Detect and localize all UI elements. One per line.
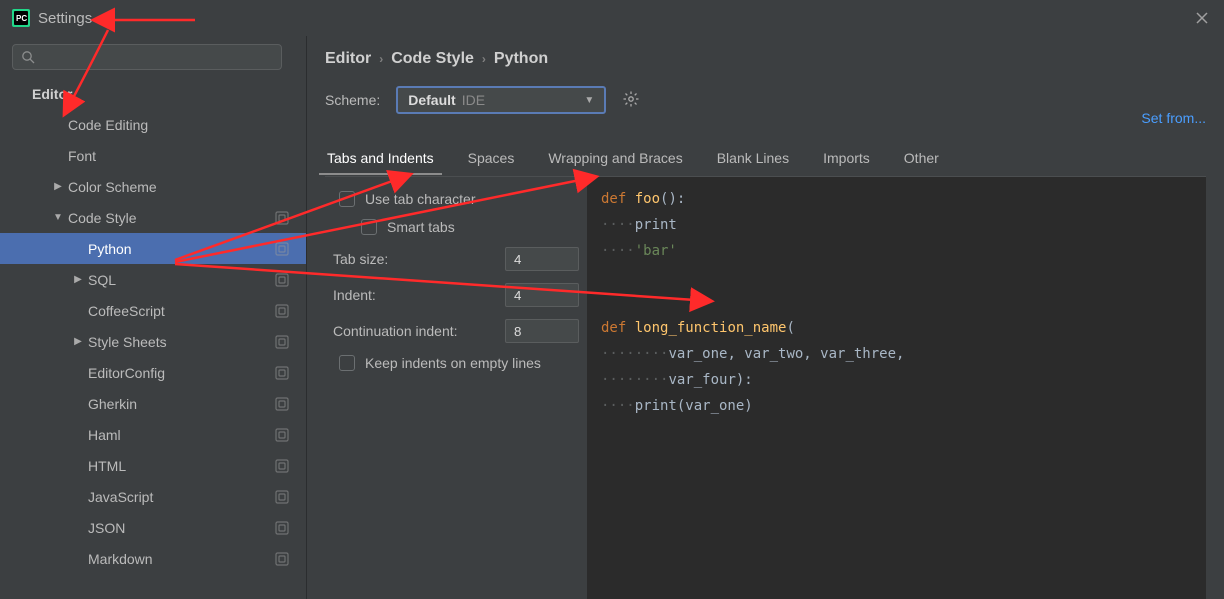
tree-item-font[interactable]: Font xyxy=(0,140,306,171)
chevron-right-icon: › xyxy=(482,52,486,66)
tree-item-style-sheets[interactable]: ▶ Style Sheets xyxy=(0,326,306,357)
tree-item-label: Color Scheme xyxy=(68,179,157,195)
search-input[interactable] xyxy=(12,44,282,70)
window-title: Settings xyxy=(38,10,92,27)
tab-size-label: Tab size: xyxy=(333,251,388,267)
checkbox-icon xyxy=(339,191,355,207)
close-button[interactable] xyxy=(1192,8,1212,28)
project-badge-icon xyxy=(274,241,290,257)
project-badge-icon xyxy=(274,334,290,350)
indent-input[interactable] xyxy=(505,283,579,307)
breadcrumb-item[interactable]: Code Style xyxy=(391,50,474,68)
tree-item-label: HTML xyxy=(88,458,126,474)
tree-item-code-style[interactable]: ▼ Code Style xyxy=(0,202,306,233)
breadcrumb-item[interactable]: Python xyxy=(494,50,548,68)
chevron-down-icon: ▼ xyxy=(52,212,64,223)
breadcrumb: Editor › Code Style › Python xyxy=(325,50,1206,68)
scheme-dropdown[interactable]: Default IDE ▼ xyxy=(396,86,606,114)
set-from-link[interactable]: Set from... xyxy=(1141,110,1206,126)
tree-item-sql[interactable]: ▶ SQL xyxy=(0,264,306,295)
tree-item-label: Markdown xyxy=(88,551,153,567)
project-badge-icon xyxy=(274,365,290,381)
tree-item-label: Haml xyxy=(88,427,121,443)
project-badge-icon xyxy=(274,551,290,567)
chevron-down-icon: ▼ xyxy=(584,95,594,106)
settings-sidebar: Editor Code Editing Font ▶ Color Scheme ▼ Cod… xyxy=(0,36,307,599)
project-badge-icon xyxy=(274,427,290,443)
svg-text:PC: PC xyxy=(16,14,27,23)
tree-item-label: EditorConfig xyxy=(88,365,165,381)
tab-other[interactable]: Other xyxy=(902,144,941,174)
tree-category-editor[interactable]: Editor xyxy=(0,78,306,109)
continuation-indent-input[interactable] xyxy=(505,319,579,343)
tab-size-input[interactable] xyxy=(505,247,579,271)
tree-item-html[interactable]: HTML xyxy=(0,450,306,481)
project-badge-icon xyxy=(274,396,290,412)
tab-wrapping-and-braces[interactable]: Wrapping and Braces xyxy=(546,144,684,174)
tree-item-javascript[interactable]: JavaScript xyxy=(0,481,306,512)
checkbox-icon xyxy=(339,355,355,371)
project-badge-icon xyxy=(274,489,290,505)
chevron-right-icon: ▶ xyxy=(72,274,84,285)
tree-item-python[interactable]: Python xyxy=(0,233,306,264)
tree-item-label: Gherkin xyxy=(88,396,137,412)
tab-blank-lines[interactable]: Blank Lines xyxy=(715,144,791,174)
tree-item-label: Code Editing xyxy=(68,117,148,133)
tree-item-color-scheme[interactable]: ▶ Color Scheme xyxy=(0,171,306,202)
settings-tree: Editor Code Editing Font ▶ Color Scheme ▼ Cod… xyxy=(0,78,306,599)
tab-imports[interactable]: Imports xyxy=(821,144,872,174)
code-style-tabs: Tabs and Indents Spaces Wrapping and Brace… xyxy=(325,144,1206,175)
breadcrumb-item[interactable]: Editor xyxy=(325,50,371,68)
smart-tabs-checkbox[interactable]: Smart tabs xyxy=(355,219,579,235)
code-preview: def foo(): ····print ····'bar' def long_… xyxy=(587,177,1206,599)
indent-settings-panel: Use tab character Smart tabs Tab size: I… xyxy=(325,177,587,599)
project-badge-icon xyxy=(274,272,290,288)
tree-item-markdown[interactable]: Markdown xyxy=(0,543,306,574)
keep-indents-checkbox[interactable]: Keep indents on empty lines xyxy=(333,355,579,371)
checkbox-icon xyxy=(361,219,377,235)
tree-item-label: CoffeeScript xyxy=(88,303,165,319)
tree-item-label: Code Style xyxy=(68,210,136,226)
search-icon xyxy=(21,50,35,64)
tree-item-coffeescript[interactable]: CoffeeScript xyxy=(0,295,306,326)
tree-item-gherkin[interactable]: Gherkin xyxy=(0,388,306,419)
app-icon: PC xyxy=(12,9,30,27)
settings-content: Editor › Code Style › Python Scheme: Def… xyxy=(307,36,1224,599)
tree-item-haml[interactable]: Haml xyxy=(0,419,306,450)
project-badge-icon xyxy=(274,210,290,226)
use-tab-character-checkbox[interactable]: Use tab character xyxy=(333,191,579,207)
project-badge-icon xyxy=(274,520,290,536)
tree-item-label: JavaScript xyxy=(88,489,153,505)
gear-icon[interactable] xyxy=(622,90,640,111)
indent-label: Indent: xyxy=(333,287,376,303)
tree-item-label: Font xyxy=(68,148,96,164)
tree-item-label: SQL xyxy=(88,272,116,288)
chevron-right-icon: › xyxy=(379,52,383,66)
project-badge-icon xyxy=(274,458,290,474)
tree-item-label: Style Sheets xyxy=(88,334,167,350)
tab-tabs-and-indents[interactable]: Tabs and Indents xyxy=(325,144,436,174)
chevron-right-icon: ▶ xyxy=(72,336,84,347)
project-badge-icon xyxy=(274,303,290,319)
scheme-label: Scheme: xyxy=(325,92,380,108)
tree-item-label: JSON xyxy=(88,520,125,536)
tree-item-json[interactable]: JSON xyxy=(0,512,306,543)
tree-item-label: Python xyxy=(88,241,132,257)
tree-item-editorconfig[interactable]: EditorConfig xyxy=(0,357,306,388)
continuation-indent-label: Continuation indent: xyxy=(333,323,458,339)
chevron-right-icon: ▶ xyxy=(52,181,64,192)
tab-spaces[interactable]: Spaces xyxy=(466,144,517,174)
tree-item-code-editing[interactable]: Code Editing xyxy=(0,109,306,140)
